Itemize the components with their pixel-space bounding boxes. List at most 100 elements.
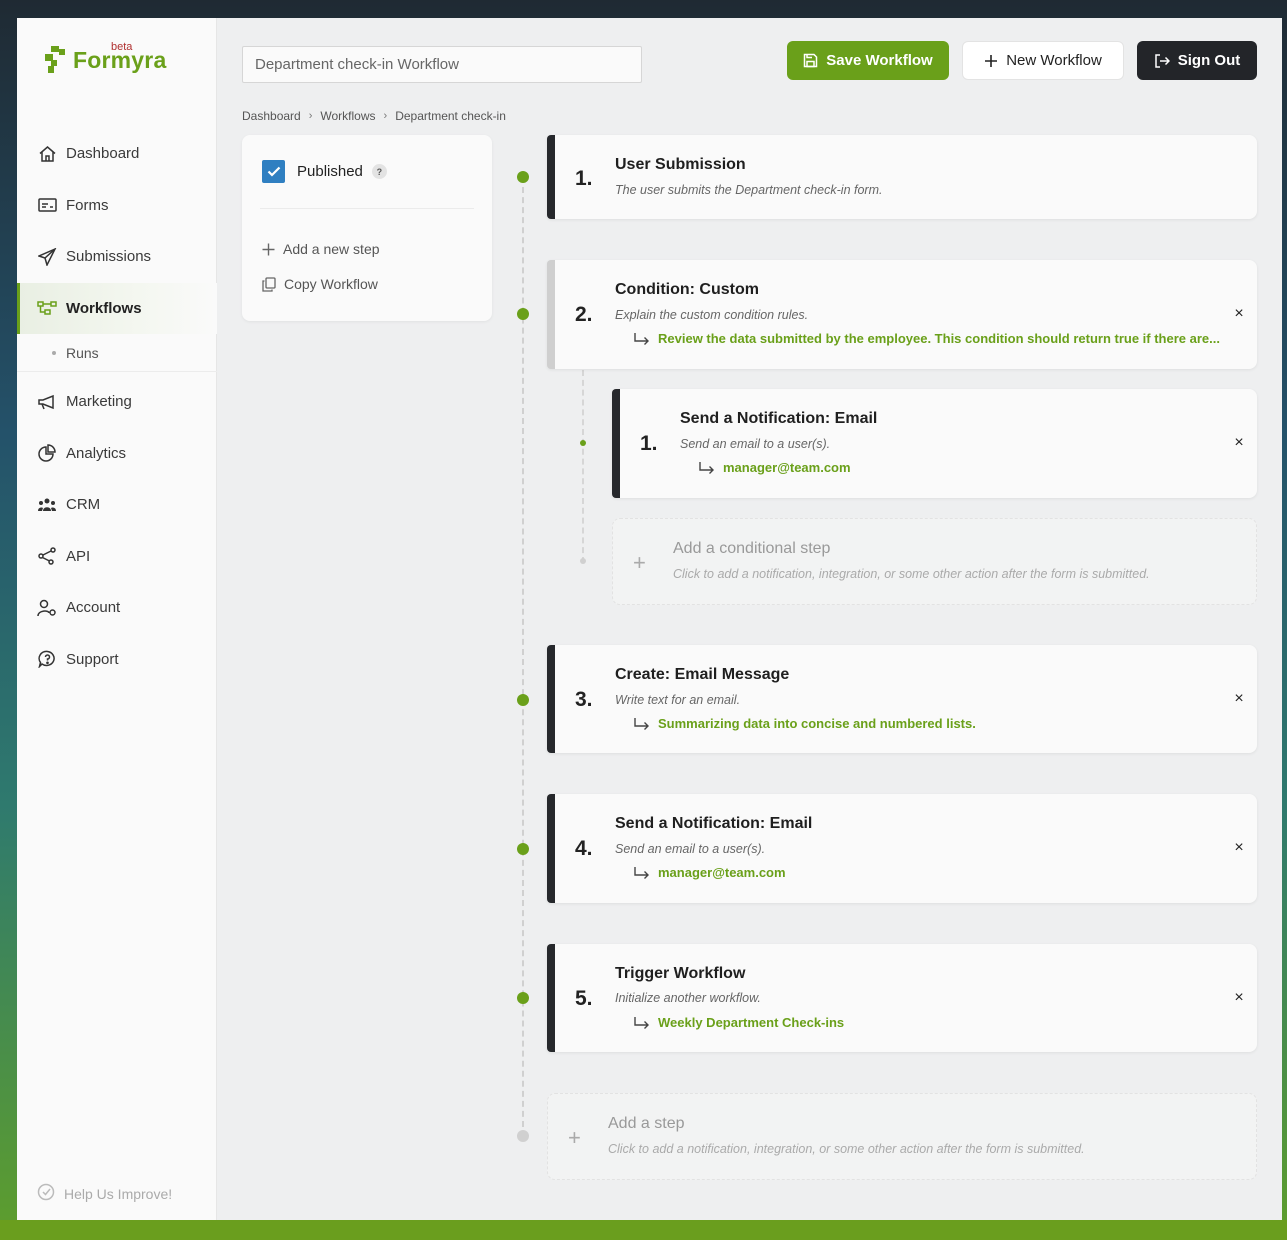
step-description: Send an email to a user(s). — [680, 437, 831, 451]
add-conditional-step-button[interactable]: + Add a conditional step Click to add a … — [612, 518, 1257, 605]
close-icon[interactable]: × — [1231, 989, 1247, 1006]
add-step-description: Click to add a notification, integration… — [673, 567, 1150, 581]
add-step-title: Add a conditional step — [673, 540, 831, 557]
step-value[interactable]: Review the data submitted by the employe… — [633, 331, 1220, 346]
step-value[interactable]: manager@team.com — [698, 460, 851, 475]
return-arrow-icon — [698, 461, 715, 474]
sidebar-item-workflows[interactable]: Workflows — [17, 282, 217, 334]
workflow-step-card[interactable]: 2. Condition: Custom Explain the custom … — [547, 260, 1257, 369]
sign-out-button[interactable]: Sign Out — [1137, 41, 1257, 80]
timeline-dot — [517, 1130, 529, 1142]
sub-timeline-line — [582, 370, 584, 563]
new-workflow-button[interactable]: New Workflow — [962, 41, 1124, 80]
save-workflow-button[interactable]: Save Workflow — [787, 41, 949, 80]
step-value-text: Summarizing data into concise and number… — [658, 716, 976, 731]
step-value-text: manager@team.com — [723, 460, 851, 475]
feedback-icon — [37, 1183, 55, 1204]
step-title: Send a Notification: Email — [615, 815, 813, 832]
step-description: The user submits the Department check-in… — [615, 183, 883, 197]
close-icon[interactable]: × — [1231, 839, 1247, 856]
step-title: Trigger Workflow — [615, 965, 746, 982]
plus-icon: + — [633, 550, 646, 575]
copy-icon — [262, 276, 276, 292]
step-description: Send an email to a user(s). — [615, 842, 766, 856]
breadcrumb-item[interactable]: Dashboard — [242, 109, 301, 123]
workflow-step-card[interactable]: 4. Send a Notification: Email Send an em… — [547, 794, 1257, 903]
pie-chart-icon — [37, 443, 57, 463]
sidebar-subitem-label: Runs — [66, 344, 99, 361]
step-title: Condition: Custom — [615, 281, 759, 298]
sidebar-item-dashboard[interactable]: Dashboard — [17, 128, 217, 180]
timeline-dot — [517, 992, 529, 1004]
sidebar-item-label: Workflows — [66, 299, 142, 317]
timeline-dot — [517, 308, 529, 320]
add-step-title: Add a step — [608, 1115, 685, 1132]
help-label: Help Us Improve! — [64, 1185, 173, 1202]
sidebar-item-api[interactable]: API — [17, 531, 217, 583]
return-arrow-icon — [633, 1016, 650, 1029]
plus-icon — [984, 54, 998, 68]
sidebar-nav: Dashboard Forms Submissions Workflows Ru… — [17, 128, 217, 685]
megaphone-icon — [37, 392, 57, 412]
sidebar-subitem-runs[interactable]: Runs — [17, 334, 217, 372]
add-new-step-label: Add a new step — [283, 241, 380, 257]
help-us-improve-link[interactable]: Help Us Improve! — [37, 1183, 172, 1204]
step-number: 2. — [575, 303, 593, 326]
sidebar-item-label: CRM — [66, 496, 101, 514]
step-number: 1. — [575, 167, 593, 190]
timeline-dot — [517, 694, 529, 706]
step-value[interactable]: Summarizing data into concise and number… — [634, 716, 976, 731]
sidebar: Formyra beta Dashboard Forms Submissions… — [17, 18, 217, 1220]
sidebar-item-label: API — [66, 547, 91, 565]
chevron-right-icon: › — [308, 110, 313, 122]
sidebar-item-label: Dashboard — [66, 145, 140, 163]
workflow-step-card[interactable]: 3. Create: Email Message Write text for … — [547, 645, 1257, 753]
help-question-icon[interactable]: ? — [371, 164, 387, 179]
step-number: 4. — [575, 837, 593, 860]
sidebar-item-forms[interactable]: Forms — [17, 180, 217, 232]
breadcrumb-item[interactable]: Workflows — [320, 109, 375, 123]
workflow-title-input[interactable] — [242, 46, 642, 83]
step-number: 3. — [575, 688, 593, 711]
form-icon — [37, 195, 57, 215]
step-description: Write text for an email. — [615, 693, 741, 707]
bullet-icon — [52, 350, 56, 355]
home-icon — [37, 144, 57, 164]
close-icon[interactable]: × — [1231, 305, 1247, 322]
sidebar-item-support[interactable]: Support — [17, 634, 217, 686]
desktop-bottom-bar — [0, 1220, 1287, 1240]
plus-icon — [262, 243, 275, 256]
sidebar-item-label: Analytics — [66, 444, 127, 462]
sidebar-item-marketing[interactable]: Marketing — [17, 376, 217, 428]
add-step-button[interactable]: + Add a step Click to add a notification… — [547, 1093, 1257, 1180]
sidebar-item-account[interactable]: Account — [17, 582, 217, 634]
conditional-step-card[interactable]: 1. Send a Notification: Email Send an em… — [612, 389, 1257, 498]
step-number: 5. — [575, 987, 593, 1010]
sidebar-item-label: Support — [66, 650, 119, 668]
workflow-step-card[interactable]: 5. Trigger Workflow Initialize another w… — [547, 944, 1257, 1052]
sidebar-item-analytics[interactable]: Analytics — [17, 428, 217, 480]
new-workflow-label: New Workflow — [1006, 52, 1102, 69]
published-toggle[interactable]: Published ? — [262, 160, 387, 183]
sidebar-item-label: Forms — [66, 196, 109, 214]
logout-icon — [1154, 53, 1170, 68]
logo-mark-icon — [45, 46, 67, 74]
people-icon — [37, 495, 57, 515]
return-arrow-icon — [633, 332, 650, 345]
add-new-step-link[interactable]: Add a new step — [262, 241, 380, 257]
sidebar-item-submissions[interactable]: Submissions — [17, 231, 217, 283]
logo[interactable]: Formyra — [45, 46, 166, 74]
sidebar-item-crm[interactable]: CRM — [17, 479, 217, 531]
return-arrow-icon — [633, 866, 650, 879]
close-icon[interactable]: × — [1231, 434, 1247, 451]
share-nodes-icon — [37, 546, 57, 566]
step-value[interactable]: manager@team.com — [633, 865, 786, 880]
close-icon[interactable]: × — [1231, 690, 1247, 707]
breadcrumb-current: Department check-in — [395, 109, 506, 123]
published-checkbox[interactable] — [262, 160, 285, 183]
step-title: User Submission — [615, 156, 746, 173]
workflow-step-card[interactable]: 1. User Submission The user submits the … — [547, 135, 1257, 219]
step-value[interactable]: Weekly Department Check-ins — [633, 1015, 844, 1030]
sign-out-label: Sign Out — [1177, 52, 1241, 69]
copy-workflow-link[interactable]: Copy Workflow — [262, 276, 378, 292]
